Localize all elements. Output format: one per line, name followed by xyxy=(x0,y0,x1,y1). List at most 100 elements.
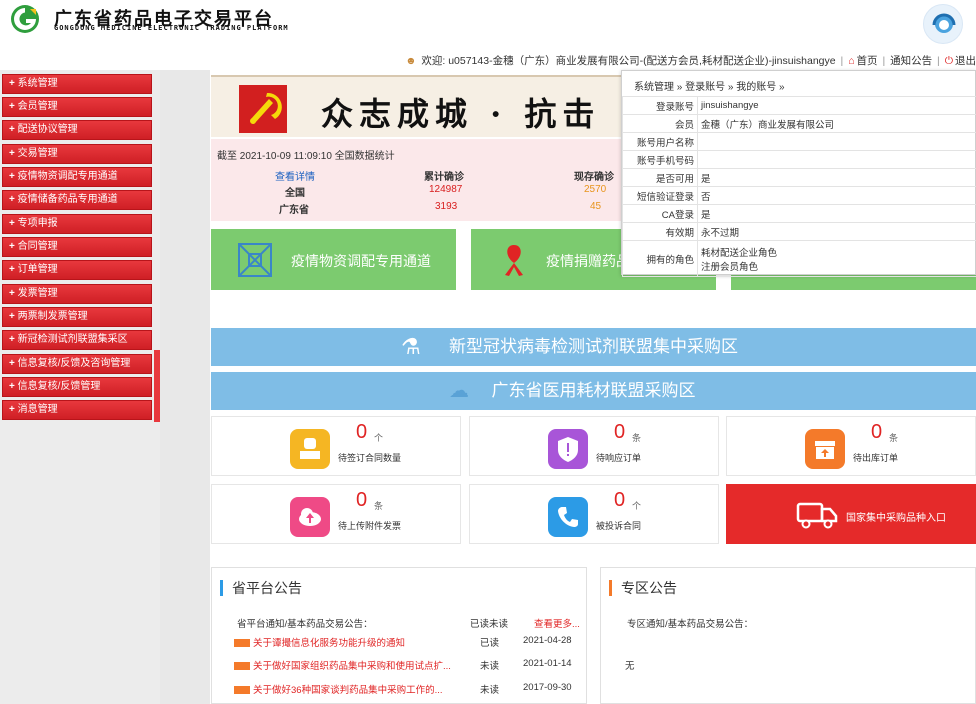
field-value: 是 xyxy=(697,204,976,223)
stats-col-cumulative: 累计确诊 xyxy=(424,172,464,183)
user-icon: ☻ xyxy=(405,55,417,67)
field-label: 有效期 xyxy=(622,222,698,241)
sidebar-item-contract[interactable]: 合同管理 xyxy=(2,237,152,257)
province-notice-panel: 省平台公告 省平台通知/基本药品交易公告： 已读未读 查看更多... 关于谭撮信… xyxy=(211,567,587,704)
roles-label: 拥有的角色 xyxy=(622,240,698,277)
read-status-header: 已读未读 xyxy=(470,619,509,630)
field-label: CA登录 xyxy=(622,204,698,223)
sidebar-item-epidemic-reserve[interactable]: 疫情储备药品专用通道 xyxy=(2,190,152,210)
notice-status: 未读 xyxy=(480,661,500,672)
zone-notice-title: 专区公告 xyxy=(621,580,677,596)
phone-icon xyxy=(548,497,588,537)
field-value: 否 xyxy=(697,186,976,205)
counter-complaints[interactable]: 0 个 被投诉合同 xyxy=(469,484,719,544)
counter-caption: 被投诉合同 xyxy=(596,521,642,531)
field-value: 是 xyxy=(697,168,976,187)
stats-col-current: 现存确诊 xyxy=(574,172,614,183)
more-link[interactable]: 查看更多... xyxy=(534,616,580,630)
donation-label: 疫情捐赠药品 xyxy=(546,253,630,269)
sidebar-item-feedback-consult[interactable]: 信息复核/反馈及咨询管理 xyxy=(2,354,152,374)
zone-notice-panel: 专区公告 专区通知/基本药品交易公告： 无 xyxy=(600,567,976,704)
cloud-upload-icon xyxy=(290,497,330,537)
sidebar-item-trade[interactable]: 交易管理 xyxy=(2,144,152,164)
guangdong-map-icon: ☁ xyxy=(449,380,469,402)
counter-value: 0 xyxy=(356,489,368,511)
logout-link[interactable]: 退出 xyxy=(955,55,976,67)
customer-service-icon[interactable] xyxy=(923,4,963,44)
logout-icon[interactable]: ⏻ xyxy=(945,55,953,67)
stats-current-value: 2570 xyxy=(584,184,607,195)
sidebar-item-order[interactable]: 订单管理 xyxy=(2,260,152,280)
zone-notice-category: 专区通知/基本药品交易公告： xyxy=(627,619,754,630)
zone-notice-empty: 无 xyxy=(625,661,635,672)
sidebar-item-invoice[interactable]: 发票管理 xyxy=(2,284,152,304)
popup-breadcrumb: 系统管理 » 登录账号 » 我的账号 » xyxy=(634,82,785,93)
field-value: jinsuishangye xyxy=(697,96,976,115)
province-notice-category: 省平台通知/基本药品交易公告： xyxy=(237,619,373,630)
notice-row[interactable]: 关于谭撮信息化服务功能升级的通知 xyxy=(234,635,405,649)
sidebar-item-member[interactable]: 会员管理 xyxy=(2,97,152,117)
section-marker xyxy=(220,580,223,596)
notice-title[interactable]: 关于谭撮信息化服务功能升级的通知 xyxy=(253,638,405,649)
counter-unit: 个 xyxy=(632,501,642,511)
stats-current-value: 45 xyxy=(590,201,602,212)
counter-outbound-orders[interactable]: 0 条 待出库订单 xyxy=(726,416,976,476)
sidebar-item-epidemic-supplies[interactable]: 疫情物资调配专用通道 xyxy=(2,167,152,187)
notice-arrow-icon xyxy=(234,662,250,671)
counter-response-orders[interactable]: 0 条 待响应订单 xyxy=(469,416,719,476)
section-marker xyxy=(609,580,612,596)
counter-unit: 个 xyxy=(374,433,384,443)
notice-title[interactable]: 关于做好36种国家谈判药品集中采购工作的... xyxy=(253,685,443,696)
role-item: 注册会员角色 xyxy=(701,261,759,273)
content-gutter xyxy=(160,70,210,704)
field-value xyxy=(697,132,976,151)
field-value: 金穗（广东）商业发展有限公司 xyxy=(697,114,976,133)
sidebar-item-message[interactable]: 消息管理 xyxy=(2,400,152,420)
counter-caption: 待签订合同数量 xyxy=(338,453,402,463)
notice-title[interactable]: 关于做好国家组织药品集中采购和使用试点扩... xyxy=(253,661,451,672)
sidebar-item-covid-test[interactable]: 新冠检测试剂联盟集采区 xyxy=(2,330,152,350)
stats-region: 全国 xyxy=(285,188,305,199)
stats-cumulative-value: 3193 xyxy=(435,201,458,212)
stats-cumulative-value: 124987 xyxy=(429,184,463,195)
sidebar-item-feedback[interactable]: 信息复核/反馈管理 xyxy=(2,377,152,397)
box-upload-icon xyxy=(805,429,845,469)
stats-timestamp: 截至 2021-10-09 11:09:10 全国数据统计 xyxy=(217,151,395,162)
sidebar-item-two-invoice[interactable]: 两票制发票管理 xyxy=(2,307,152,327)
counter-value: 0 xyxy=(614,489,626,511)
counter-unit: 条 xyxy=(374,501,384,511)
epidemic-supplies-card[interactable]: 疫情物资调配专用通道 xyxy=(211,229,456,290)
notice-link[interactable]: 通知公告 xyxy=(890,55,932,67)
truck-icon xyxy=(796,502,838,529)
field-label: 账号用户名称 xyxy=(622,132,698,151)
sidebar-item-special-report[interactable]: 专项申报 xyxy=(2,214,152,234)
sidebar-item-system[interactable]: 系统管理 xyxy=(2,74,152,94)
stats-region: 广东省 xyxy=(279,205,309,216)
epidemic-supplies-label: 疫情物资调配专用通道 xyxy=(291,253,431,269)
user-bar: ☻ 欢迎: u057143-金穗（广东）商业发展有限公司-(配送方会员,耗材配送… xyxy=(0,48,976,70)
counter-invoice-attachments[interactable]: 0 条 待上传附件发票 xyxy=(211,484,461,544)
counter-value: 0 xyxy=(871,421,883,443)
consumables-zone-bar[interactable]: ☁ 广东省医用耗材联盟采购区 xyxy=(211,372,976,410)
notice-row[interactable]: 关于做好36种国家谈判药品集中采购工作的... xyxy=(234,682,443,696)
account-info-table: 登录账号 jinsuishangye 会员 金穗（广东）商业发展有限公司 账号用户名… xyxy=(622,96,976,277)
field-label: 账号手机号码 xyxy=(622,150,698,169)
counter-unit: 条 xyxy=(889,433,899,443)
home-icon[interactable]: ⌂ xyxy=(848,55,854,67)
home-link[interactable]: 首页 xyxy=(857,55,878,67)
counter-contracts[interactable]: 0 个 待签订合同数量 xyxy=(211,416,461,476)
national-procurement-label: 国家集中采购品种入口 xyxy=(846,513,946,524)
logo-icon xyxy=(11,5,39,33)
stats-detail-link[interactable]: 查看详情 xyxy=(275,168,315,183)
consumables-zone-label: 广东省医用耗材联盟采购区 xyxy=(491,381,696,400)
national-procurement-entry[interactable]: 国家集中采购品种入口 xyxy=(726,484,976,544)
sidebar-item-delivery-agreement[interactable]: 配送协议管理 xyxy=(2,120,152,140)
sidebar: 系统管理 会员管理 配送协议管理 交易管理 疫情物资调配专用通道 疫情储备药品专… xyxy=(0,70,160,704)
roles-value: 耗材配送企业角色 注册会员角色 xyxy=(697,240,976,277)
notice-arrow-icon xyxy=(234,686,250,695)
role-item: 耗材配送企业角色 xyxy=(701,247,778,259)
notice-row[interactable]: 关于做好国家组织药品集中采购和使用试点扩... xyxy=(234,658,451,672)
covid-test-zone-bar[interactable]: ⚗ 新型冠状病毒检测试剂联盟集中采购区 xyxy=(211,328,976,366)
province-notice-title: 省平台公告 xyxy=(232,580,302,596)
account-popup: 系统管理 » 登录账号 » 我的账号 » 登录账号 jinsuishangye 会… xyxy=(621,70,976,277)
